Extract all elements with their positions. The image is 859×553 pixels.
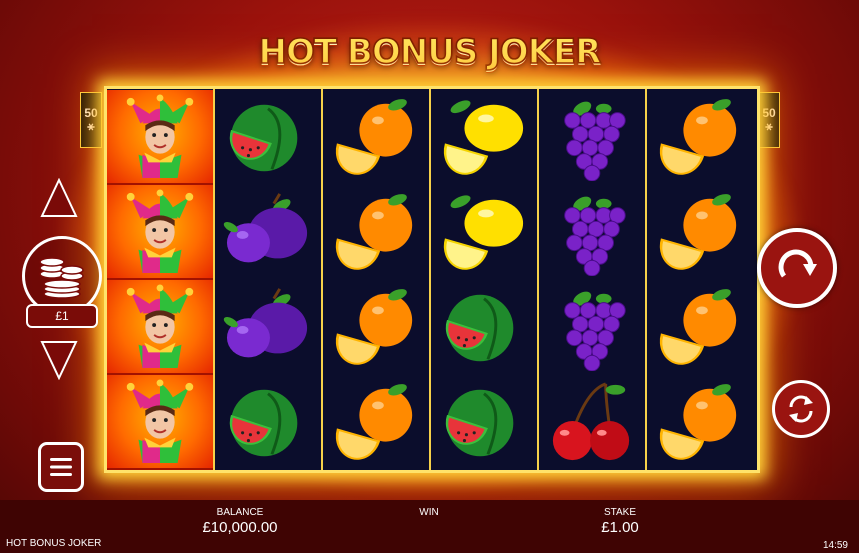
grapes-icon: [564, 196, 626, 276]
lemon-symbol: [431, 185, 537, 280]
watermelon-symbol: [215, 90, 321, 185]
orange-symbol: [323, 185, 429, 280]
stake-down-button[interactable]: [40, 340, 78, 381]
orange-icon: [659, 288, 737, 365]
orange-icon: [335, 288, 413, 365]
reel-5: [539, 89, 647, 470]
coin-stack-icon: [39, 257, 84, 299]
orange-icon: [335, 193, 413, 270]
stake-up-button[interactable]: [40, 177, 78, 218]
balance-label: BALANCE: [216, 507, 264, 518]
footer-bar: BALANCE £10,000.00 WIN STAKE £1.00 HOT B…: [0, 500, 859, 553]
orange-symbol: [647, 90, 753, 185]
lemon-icon: [443, 99, 524, 175]
spin-arrow-icon: [778, 249, 817, 278]
watermelon-symbol: [215, 375, 321, 470]
grapes-icon: [564, 101, 626, 181]
autoplay-button[interactable]: [772, 380, 830, 438]
lines-icon-right: ⚹: [765, 119, 773, 133]
plum-icon: [223, 287, 308, 357]
cherries-symbol: [539, 375, 645, 470]
joker-icon: [126, 188, 194, 273]
orange-symbol: [323, 280, 429, 375]
footer-game-name: HOT BONUS JOKER: [6, 538, 102, 549]
reel-6: [647, 89, 753, 470]
plum-icon: [223, 192, 308, 262]
lines-icon-left: ⚹: [87, 119, 95, 133]
lemon-symbol: [431, 90, 537, 185]
triangle-up-icon: [40, 177, 78, 217]
reel-1: [107, 89, 215, 470]
orange-icon: [659, 383, 737, 460]
plum-symbol: [215, 185, 321, 280]
grapes-icon: [564, 291, 626, 371]
orange-icon: [659, 193, 737, 270]
joker-symbol: [107, 280, 213, 375]
joker-symbol: [107, 375, 213, 470]
triangle-down-icon: [40, 341, 78, 381]
hamburger-icon: [50, 458, 72, 476]
watermelon-icon: [229, 389, 298, 456]
joker-icon: [126, 93, 194, 178]
orange-symbol: [323, 375, 429, 470]
watermelon-symbol: [431, 375, 537, 470]
cherries-icon: [552, 382, 630, 460]
joker-icon: [126, 283, 194, 368]
game-title: HOT BONUS JOKER: [258, 31, 603, 73]
orange-symbol: [647, 280, 753, 375]
grapes-symbol: [539, 185, 645, 280]
orange-symbol: [647, 185, 753, 280]
balance-value: £10,000.00: [202, 519, 278, 536]
grapes-symbol: [539, 90, 645, 185]
orange-icon: [335, 383, 413, 460]
orange-symbol: [647, 375, 753, 470]
orange-icon: [659, 98, 737, 175]
watermelon-icon: [445, 294, 514, 361]
win-label: WIN: [419, 507, 439, 518]
joker-symbol: [107, 90, 213, 185]
spin-button[interactable]: [757, 228, 837, 308]
autoplay-icon: [789, 395, 813, 423]
grapes-symbol: [539, 280, 645, 375]
joker-symbol: [107, 185, 213, 280]
orange-symbol: [323, 90, 429, 185]
clock: 14:59: [822, 540, 848, 551]
plum-symbol: [215, 280, 321, 375]
watermelon-icon: [445, 389, 514, 456]
stake-value-footer: £1.00: [601, 519, 639, 536]
reel-3: [323, 89, 431, 470]
reel-4: [431, 89, 539, 470]
reels-area: [104, 86, 760, 473]
stake-value: £1: [26, 304, 98, 328]
menu-button[interactable]: [38, 442, 84, 492]
stake-label: STAKE: [603, 507, 637, 518]
lines-badge-left: 50 ⚹: [80, 92, 102, 148]
reel-2: [215, 89, 323, 470]
orange-icon: [335, 98, 413, 175]
lemon-icon: [443, 194, 524, 270]
lines-badge-right: 50 ⚹: [758, 92, 780, 148]
watermelon-symbol: [431, 280, 537, 375]
joker-icon: [126, 378, 194, 463]
watermelon-icon: [229, 104, 298, 171]
